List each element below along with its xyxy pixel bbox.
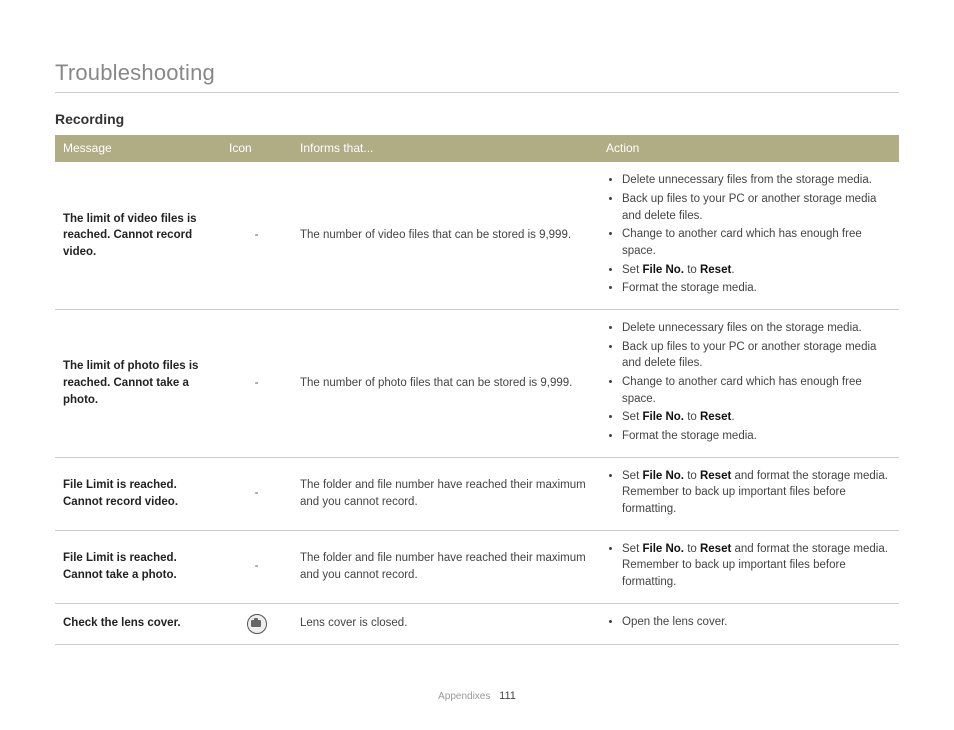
action-list: Set File No. to Reset and format the sto… [606,541,891,591]
cell-icon: - [221,530,292,603]
col-header-informs: Informs that... [292,135,598,162]
action-list: Delete unnecessary files on the storage … [606,320,891,445]
cell-informs: The number of photo files that can be st… [292,310,598,458]
cell-icon: - [221,310,292,458]
action-item: Change to another card which has enough … [622,374,891,407]
col-header-action: Action [598,135,899,162]
action-item: Format the storage media. [622,280,891,297]
cell-action: Open the lens cover. [598,603,899,644]
action-item: Set File No. to Reset and format the sto… [622,468,891,518]
action-item: Set File No. to Reset. [622,409,891,426]
cell-informs: The number of video files that can be st… [292,162,598,309]
footer-section: Appendixes [438,691,490,702]
table-row: File Limit is reached. Cannot take a pho… [55,530,899,603]
page-title: Troubleshooting [55,60,899,93]
action-item: Open the lens cover. [622,614,891,631]
page-content: Troubleshooting Recording Message Icon I… [0,0,954,645]
table-row: File Limit is reached. Cannot record vid… [55,457,899,530]
cell-action: Delete unnecessary files from the storag… [598,162,899,309]
table-row: Check the lens cover. Lens cover is close… [55,603,899,644]
cell-message: File Limit is reached. Cannot record vid… [55,457,221,530]
cell-message: The limit of video files is reached. Can… [55,162,221,309]
action-item: Format the storage media. [622,428,891,445]
cell-message: Check the lens cover. [55,603,221,644]
action-item: Change to another card which has enough … [622,226,891,259]
table-row: The limit of video files is reached. Can… [55,162,899,309]
cell-informs: The folder and file number have reached … [292,530,598,603]
cell-action: Set File No. to Reset and format the sto… [598,457,899,530]
cell-message: The limit of photo files is reached. Can… [55,310,221,458]
col-header-icon: Icon [221,135,292,162]
page-footer: Appendixes 111 [0,690,954,702]
action-list: Delete unnecessary files from the storag… [606,172,891,297]
action-list: Set File No. to Reset and format the sto… [606,468,891,518]
table-header-row: Message Icon Informs that... Action [55,135,899,162]
cell-icon: - [221,162,292,309]
section-heading: Recording [55,111,899,127]
action-item: Delete unnecessary files on the storage … [622,320,891,337]
lens-cover-icon [247,614,267,634]
troubleshooting-table: Message Icon Informs that... Action The … [55,135,899,645]
cell-message: File Limit is reached. Cannot take a pho… [55,530,221,603]
cell-informs: The folder and file number have reached … [292,457,598,530]
col-header-message: Message [55,135,221,162]
cell-informs: Lens cover is closed. [292,603,598,644]
table-row: The limit of photo files is reached. Can… [55,310,899,458]
cell-action: Set File No. to Reset and format the sto… [598,530,899,603]
cell-icon: - [221,457,292,530]
action-item: Delete unnecessary files from the storag… [622,172,891,189]
cell-action: Delete unnecessary files on the storage … [598,310,899,458]
footer-page-number: 111 [499,690,516,702]
action-list: Open the lens cover. [606,614,891,631]
action-item: Set File No. to Reset and format the sto… [622,541,891,591]
action-item: Back up files to your PC or another stor… [622,191,891,224]
action-item: Back up files to your PC or another stor… [622,339,891,372]
cell-icon [221,603,292,644]
action-item: Set File No. to Reset. [622,262,891,279]
